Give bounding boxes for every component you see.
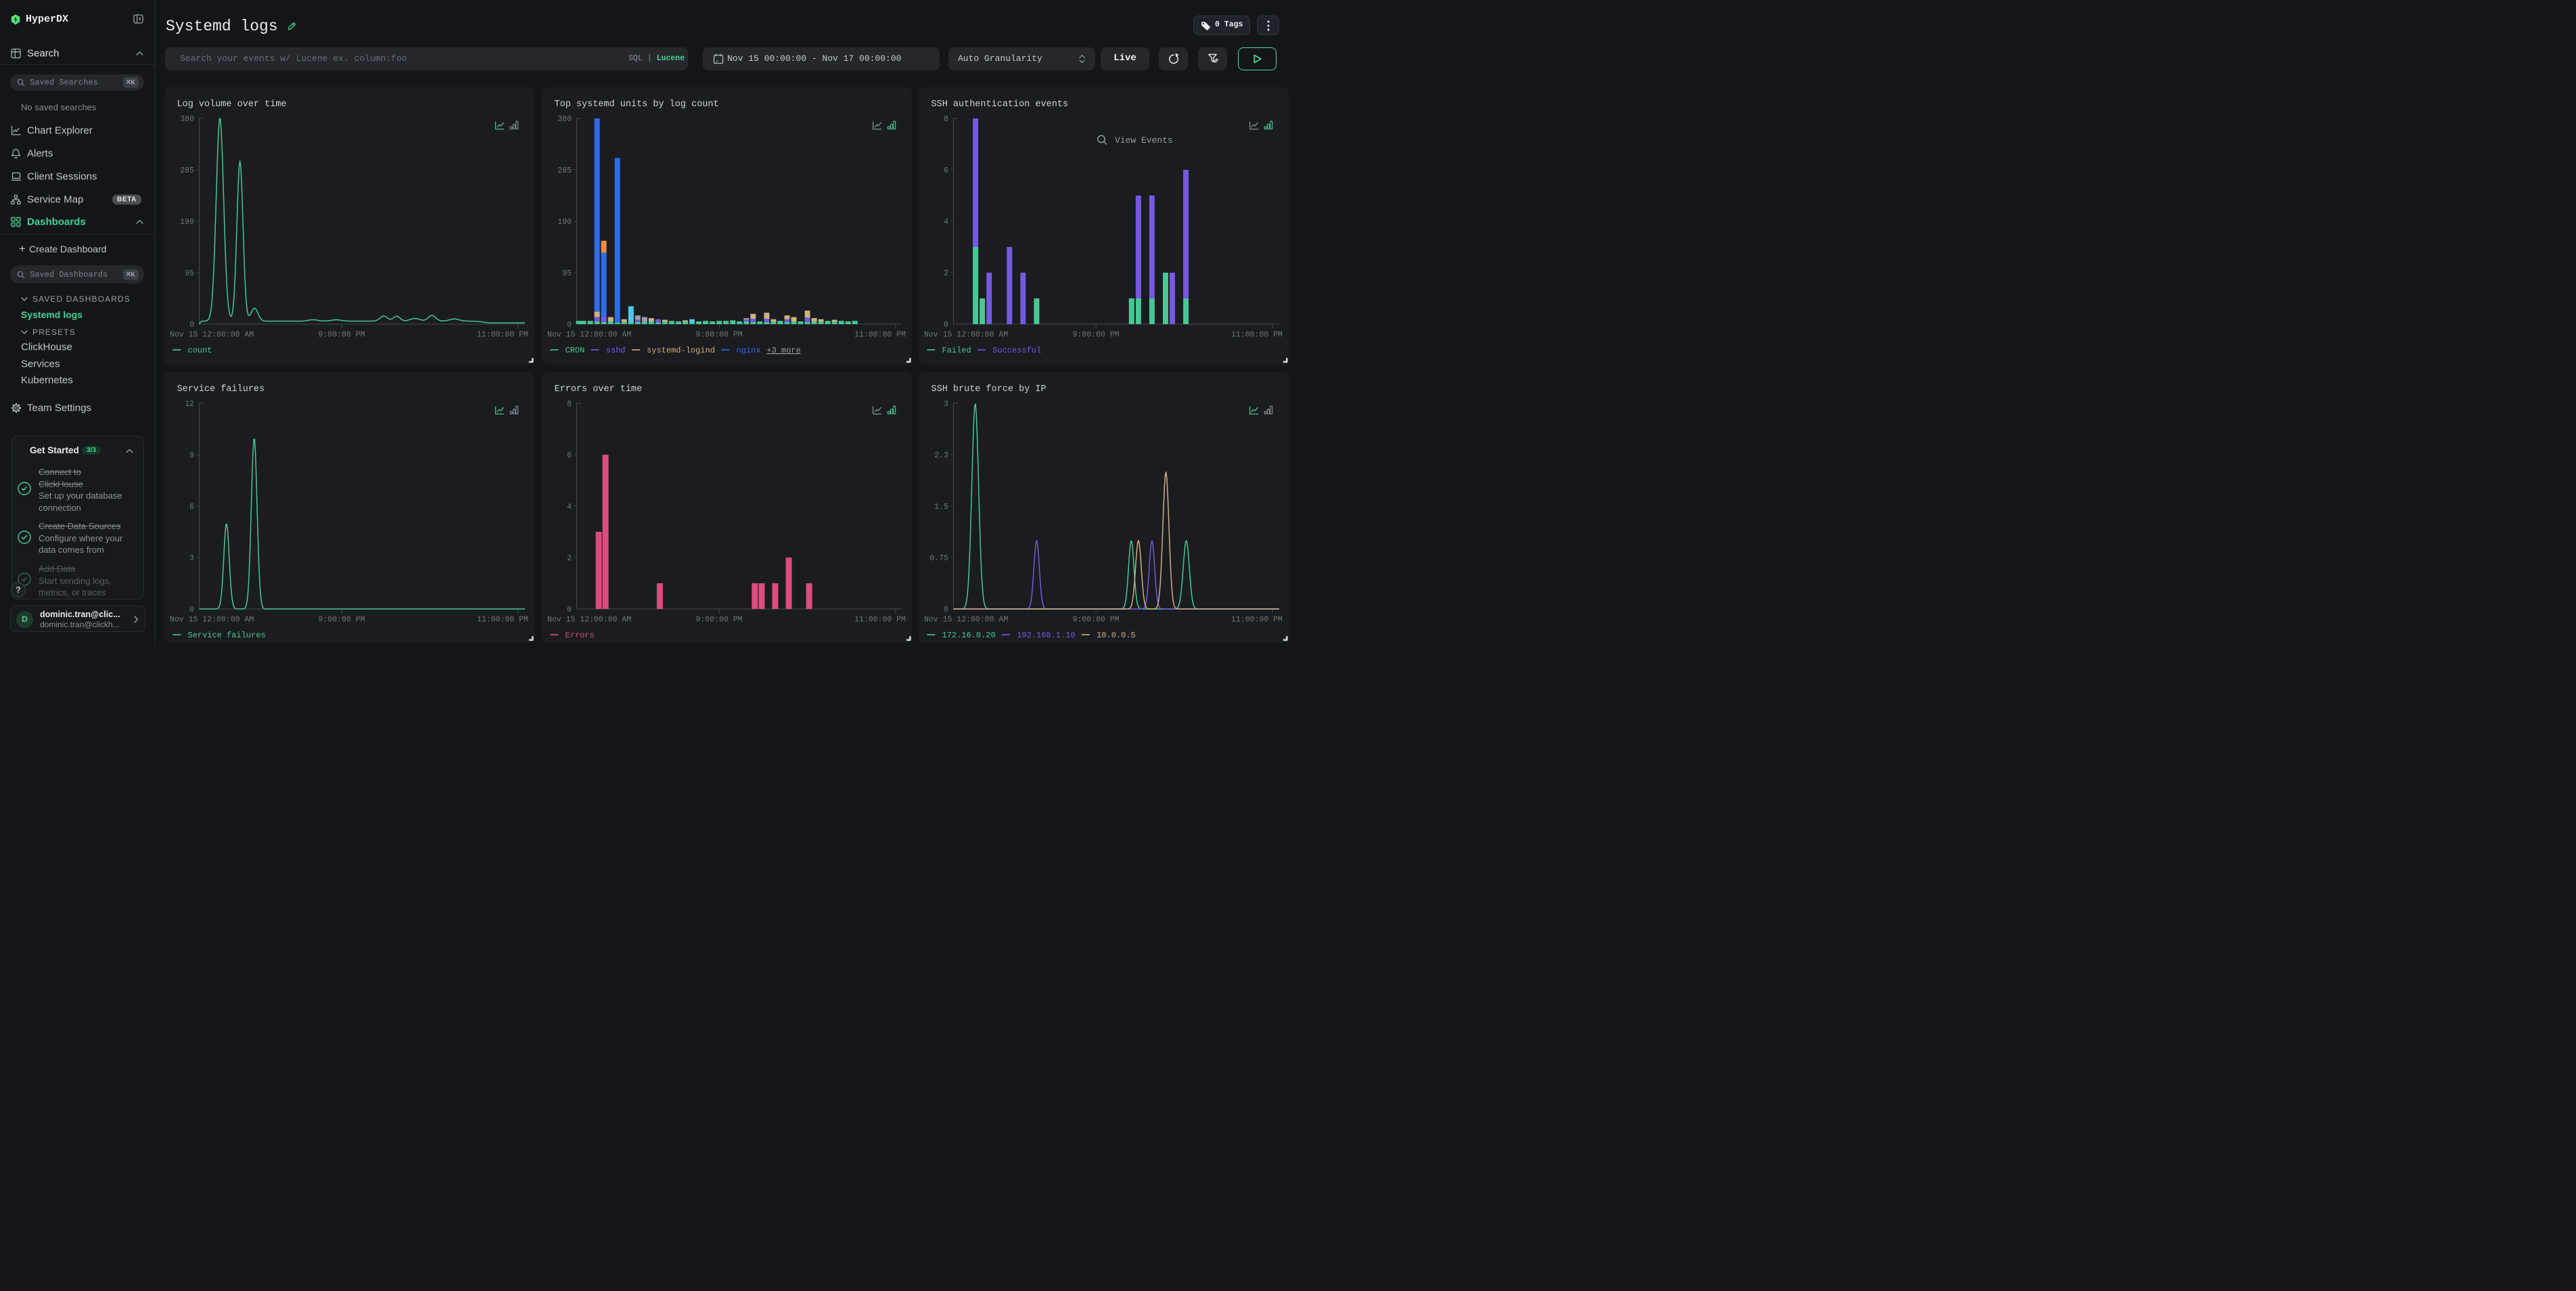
svg-text:3: 3 [189, 554, 194, 563]
svg-text:11:00:00 PM: 11:00:00 PM [1231, 331, 1283, 340]
svg-text:count: count [188, 346, 212, 355]
svg-text:0: 0 [944, 606, 948, 614]
svg-text:4: 4 [944, 218, 948, 227]
svg-text:2: 2 [567, 554, 572, 563]
svg-text:9:00:00 PM: 9:00:00 PM [695, 616, 742, 625]
svg-text:9: 9 [189, 451, 194, 460]
svg-text:380: 380 [180, 115, 194, 124]
svg-text:1.5: 1.5 [934, 503, 948, 512]
svg-text:3: 3 [944, 400, 948, 409]
svg-text:Nov 15 12:00:00 AM: Nov 15 12:00:00 AM [170, 616, 254, 625]
svg-text:nginx: nginx [736, 346, 760, 355]
svg-text:CRON: CRON [565, 346, 584, 355]
svg-text:95: 95 [562, 269, 572, 278]
svg-text:9:00:00 PM: 9:00:00 PM [695, 331, 742, 340]
svg-text:View Events: View Events [1115, 135, 1173, 145]
svg-text:190: 190 [557, 218, 572, 227]
svg-text:2.3: 2.3 [934, 451, 948, 460]
svg-text:6: 6 [944, 166, 948, 175]
svg-text:9:00:00 PM: 9:00:00 PM [318, 331, 365, 340]
svg-text:Successful: Successful [992, 346, 1041, 355]
svg-text:4: 4 [567, 503, 572, 512]
svg-text:2: 2 [944, 269, 948, 278]
svg-text:8: 8 [567, 400, 572, 409]
svg-text:sshd: sshd [605, 346, 625, 355]
svg-text:11:00:00 PM: 11:00:00 PM [854, 331, 906, 340]
svg-text:+3 more: +3 more [766, 346, 800, 355]
svg-text:12: 12 [185, 400, 194, 409]
svg-text:Service failures: Service failures [188, 631, 266, 640]
svg-text:172.16.0.20: 172.16.0.20 [942, 631, 996, 640]
svg-text:9:00:00 PM: 9:00:00 PM [1072, 616, 1119, 625]
svg-text:Nov 15 12:00:00 AM: Nov 15 12:00:00 AM [547, 616, 631, 625]
svg-text:Service failures: Service failures [177, 384, 265, 394]
svg-text:6: 6 [189, 503, 194, 512]
svg-text:Nov 15 12:00:00 AM: Nov 15 12:00:00 AM [170, 331, 254, 340]
svg-text:11:00:00 PM: 11:00:00 PM [1231, 616, 1283, 625]
svg-text:Nov 15 12:00:00 AM: Nov 15 12:00:00 AM [924, 331, 1008, 340]
svg-text:0: 0 [189, 321, 194, 330]
svg-text:380: 380 [557, 115, 572, 124]
svg-text:SSH authentication events: SSH authentication events [932, 99, 1069, 110]
svg-text:Top systemd units by log count: Top systemd units by log count [554, 99, 718, 110]
svg-text:285: 285 [180, 166, 194, 175]
svg-text:95: 95 [185, 269, 194, 278]
svg-text:SSH brute force by IP: SSH brute force by IP [932, 384, 1046, 394]
svg-text:Errors: Errors [565, 631, 594, 640]
svg-text:11:00:00 PM: 11:00:00 PM [854, 616, 906, 625]
svg-text:0: 0 [944, 321, 948, 330]
svg-text:Nov 15 12:00:00 AM: Nov 15 12:00:00 AM [547, 331, 631, 340]
svg-text:11:00:00 PM: 11:00:00 PM [477, 616, 528, 625]
svg-text:Errors over time: Errors over time [554, 384, 642, 394]
svg-text:0.75: 0.75 [929, 554, 948, 563]
svg-text:0: 0 [567, 606, 572, 614]
svg-text:8: 8 [944, 115, 948, 124]
svg-text:Failed: Failed [942, 346, 971, 355]
svg-text:0: 0 [189, 606, 194, 614]
svg-text:systemd-logind: systemd-logind [647, 346, 715, 355]
svg-text:190: 190 [180, 218, 194, 227]
svg-text:9:00:00 PM: 9:00:00 PM [318, 616, 365, 625]
svg-text:6: 6 [567, 451, 572, 460]
svg-text:11:00:00 PM: 11:00:00 PM [477, 331, 528, 340]
svg-text:9:00:00 PM: 9:00:00 PM [1072, 331, 1119, 340]
svg-text:285: 285 [557, 166, 572, 175]
svg-text:0: 0 [567, 321, 572, 330]
svg-text:192.168.1.10: 192.168.1.10 [1017, 631, 1075, 640]
svg-text:Log volume over time: Log volume over time [177, 99, 287, 110]
svg-text:10.0.0.5: 10.0.0.5 [1097, 631, 1136, 640]
svg-text:Nov 15 12:00:00 AM: Nov 15 12:00:00 AM [924, 616, 1008, 625]
